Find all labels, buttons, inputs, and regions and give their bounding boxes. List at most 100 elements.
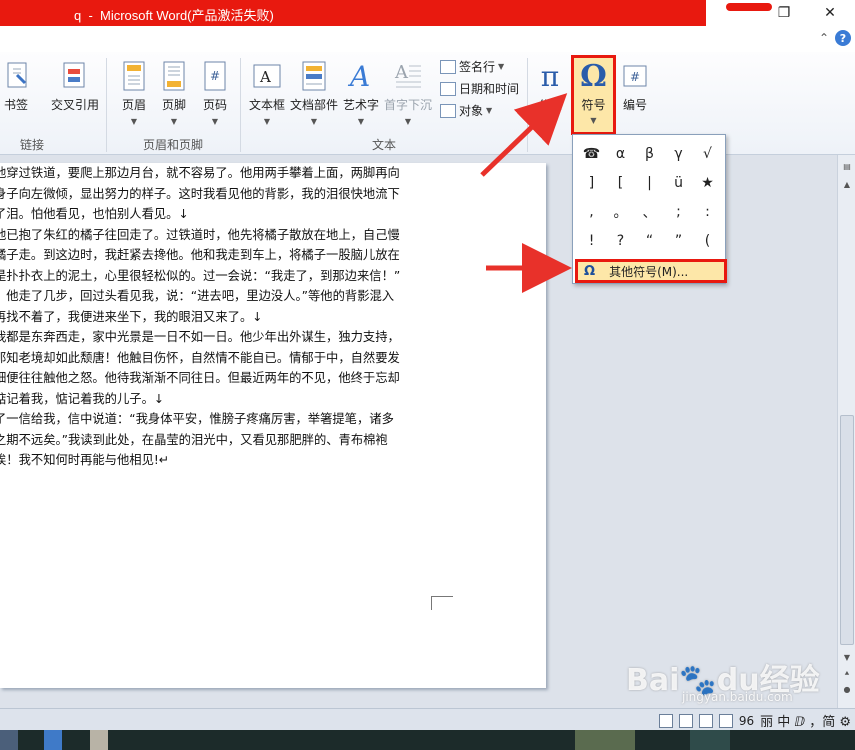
symbol-cell[interactable]: ★ bbox=[693, 168, 722, 197]
drop-cap-button[interactable]: A 首字下沉 ▼ bbox=[382, 58, 434, 128]
svg-text:#: # bbox=[630, 70, 640, 84]
symbol-dropdown: ☎ α β γ √][| ü ★,。、;:!? “”( Ω 其他符号(M)... bbox=[572, 134, 727, 284]
scrollbar-thumb[interactable] bbox=[840, 415, 854, 645]
document-line[interactable]: 橘子走。到这边时，我赶紧去搀他。他和我走到车上，将橘子一股脑儿放在 bbox=[0, 245, 434, 266]
wordart-button[interactable]: A 艺术字 ▼ bbox=[335, 58, 387, 128]
zoom-level[interactable]: 96 bbox=[739, 714, 754, 728]
window-title: q - Microsoft Word(产品激活失败) bbox=[74, 8, 274, 23]
minimize-ribbon-icon[interactable]: ⌃ bbox=[819, 31, 829, 45]
text-group-label: 文本 bbox=[372, 138, 397, 152]
symbol-cell[interactable]: : bbox=[693, 197, 722, 226]
outline-icon[interactable] bbox=[718, 713, 733, 728]
object-button[interactable]: 对象 ▼ bbox=[440, 102, 492, 119]
ruler-toggle-icon[interactable]: ▤ bbox=[840, 159, 854, 173]
chevron-down-icon: ▼ bbox=[486, 106, 493, 115]
chevron-down-icon: ▼ bbox=[310, 117, 318, 126]
symbol-cell[interactable]: √ bbox=[693, 139, 722, 168]
symbol-cell[interactable]: γ bbox=[664, 139, 693, 168]
document-line[interactable]: 。他走了几步，回过头看见我，说：“进去吧，里边没人。”等他的背影混入 bbox=[0, 286, 434, 307]
document-line[interactable]: 之期不远矣。”我读到此处，在晶莹的泪光中，又看见那肥胖的、青布棉袍 bbox=[0, 430, 434, 451]
symbol-cell[interactable]: ! bbox=[577, 226, 606, 255]
drop-cap-icon: A bbox=[393, 60, 423, 92]
taskbar-item[interactable] bbox=[0, 730, 18, 750]
svg-text:A: A bbox=[394, 62, 409, 83]
close-button[interactable]: ✕ bbox=[810, 0, 850, 26]
chevron-down-icon: ▼ bbox=[404, 117, 412, 126]
symbol-cell[interactable]: 、 bbox=[635, 197, 664, 226]
document-line[interactable]: 是扑扑衣上的泥土，心里很轻松似的。过一会说：“我走了，到那边来信！” bbox=[0, 266, 434, 287]
document-line[interactable]: 他穿过铁道，要爬上那边月台，就不容易了。他用两手攀着上面，两脚再向 bbox=[0, 163, 434, 184]
group-separator bbox=[106, 58, 107, 152]
document-line[interactable]: 惦记着我，惦记着我的儿子。↓ bbox=[0, 389, 434, 410]
scroll-up-icon[interactable]: ▲ bbox=[840, 177, 854, 191]
symbol-button[interactable]: Ω 符号 ▼ bbox=[571, 55, 616, 135]
document-line[interactable]: 细便往往触他之怒。他待我渐渐不同往日。但最近两年的不见，他终于忘却 bbox=[0, 368, 434, 389]
more-symbols-menu-item[interactable]: Ω 其他符号(M)... bbox=[575, 259, 727, 283]
symbol-cell[interactable]: ] bbox=[577, 168, 606, 197]
symbol-cell[interactable]: ” bbox=[664, 226, 693, 255]
print-layout-icon[interactable] bbox=[658, 713, 673, 728]
number-icon: # bbox=[620, 60, 650, 92]
cross-reference-button[interactable]: 交叉引用 bbox=[48, 58, 102, 128]
document-line[interactable]: 他已抱了朱红的橘子往回走了。过铁道时，他先将橘子散放在地上，自己慢 bbox=[0, 225, 434, 246]
taskbar-item[interactable] bbox=[44, 730, 62, 750]
reading-layout-icon[interactable] bbox=[678, 713, 693, 728]
symbol-cell[interactable]: ( bbox=[693, 226, 722, 255]
document-line[interactable]: 了一信给我，信中说道：“我身体平安，惟膀子疼痛厉害，举箸提笔，诸多 bbox=[0, 409, 434, 430]
restore-button[interactable]: ❐ bbox=[764, 0, 804, 26]
symbol-cell[interactable]: β bbox=[635, 139, 664, 168]
page-corner-mark bbox=[431, 596, 453, 610]
scroll-down-icon[interactable]: ▼ bbox=[840, 650, 854, 664]
symbol-cell[interactable]: ? bbox=[606, 226, 635, 255]
document-line[interactable]: 那知老境却如此颓唐！他触目伤怀，自然情不能自已。情郁于中，自然要发 bbox=[0, 348, 434, 369]
ime-toolbar[interactable]: 丽 中 ⅅ ，简 ⚙ bbox=[760, 711, 851, 730]
symbol-cell[interactable]: α bbox=[606, 139, 635, 168]
chevron-down-icon: ▼ bbox=[263, 117, 271, 126]
bookmark-icon bbox=[1, 60, 31, 92]
document-body[interactable]: 他穿过铁道，要爬上那边月台，就不容易了。他用两手攀着上面，两脚再向 身子向左微倾，… bbox=[0, 163, 434, 471]
page-number-button[interactable]: # 页码 ▼ bbox=[189, 58, 241, 128]
symbol-cell[interactable]: | bbox=[635, 168, 664, 197]
symbol-cell[interactable]: ☎ bbox=[577, 139, 606, 168]
equation-button[interactable]: π 公式 bbox=[527, 58, 573, 128]
symbol-cell[interactable]: ü bbox=[664, 168, 693, 197]
previous-page-icon[interactable]: ⯅ bbox=[840, 667, 854, 681]
document-line[interactable]: 唉！我不知何时再能与他相见!↵ bbox=[0, 450, 434, 471]
help-icon[interactable]: ? bbox=[835, 30, 851, 46]
taskbar-item[interactable] bbox=[690, 730, 730, 750]
symbol-cell[interactable]: 。 bbox=[606, 197, 635, 226]
textbox-icon: A bbox=[252, 60, 282, 92]
document-line[interactable]: 再找不着了，我便进来坐下，我的眼泪又来了。↓ bbox=[0, 307, 434, 328]
numbering-button[interactable]: # 编号 bbox=[612, 58, 658, 128]
symbol-cell[interactable]: “ bbox=[635, 226, 664, 255]
vertical-scrollbar[interactable]: ▤ ▲ ▼ ⯅ ● bbox=[837, 155, 855, 708]
symbol-cell[interactable]: , bbox=[577, 197, 606, 226]
signature-line-button[interactable]: 签名行 ▼ bbox=[440, 58, 504, 75]
chevron-down-icon: ▼ bbox=[498, 62, 505, 71]
symbol-cell[interactable]: ; bbox=[664, 197, 693, 226]
omega-icon: Ω bbox=[584, 263, 596, 279]
document-line[interactable]: 身子向左微倾，显出努力的样子。这时我看见他的背影，我的泪很快地流下 bbox=[0, 184, 434, 205]
taskbar bbox=[0, 730, 855, 750]
quick-parts-button[interactable]: 文档部件 ▼ bbox=[288, 58, 340, 128]
quick-parts-icon bbox=[299, 60, 329, 92]
header-footer-group-label: 页眉和页脚 bbox=[143, 138, 204, 152]
textbox-button[interactable]: A 文本框 ▼ bbox=[241, 58, 293, 128]
symbol-cell[interactable]: [ bbox=[606, 168, 635, 197]
date-time-button[interactable]: 日期和时间 bbox=[440, 80, 519, 97]
bookmark-button[interactable]: 书签 bbox=[0, 58, 36, 128]
document-line[interactable]: 我都是东奔西走，家中光景是一日不如一日。他少年出外谋生，独力支持， bbox=[0, 327, 434, 348]
browse-object-icon[interactable]: ● bbox=[840, 682, 854, 696]
taskbar-item[interactable] bbox=[90, 730, 108, 750]
chevron-down-icon: ▼ bbox=[590, 116, 597, 125]
document-line[interactable]: 了泪。怕他看见，也怕别人看见。↓ bbox=[0, 204, 434, 225]
taskbar-item[interactable] bbox=[575, 730, 635, 750]
chevron-down-icon: ▼ bbox=[130, 117, 138, 126]
watermark-url: jingyan.baidu.com bbox=[682, 690, 793, 704]
status-bar: 96 丽 中 ⅅ ，简 ⚙ bbox=[0, 708, 855, 730]
document-page[interactable]: 他穿过铁道，要爬上那边月台，就不容易了。他用两手攀着上面，两脚再向 身子向左微倾，… bbox=[0, 163, 546, 688]
omega-icon: Ω bbox=[580, 59, 607, 94]
web-layout-icon[interactable] bbox=[698, 713, 713, 728]
wordart-icon: A bbox=[346, 60, 376, 92]
chevron-down-icon: ▼ bbox=[357, 117, 365, 126]
